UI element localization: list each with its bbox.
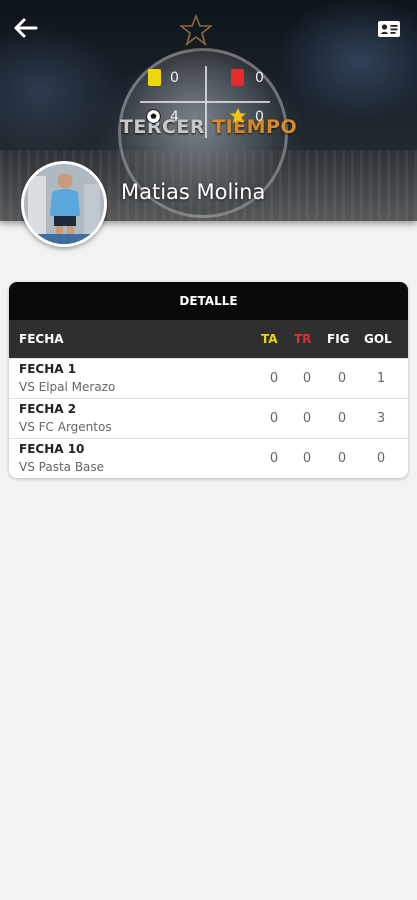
id-card-icon[interactable] bbox=[377, 20, 401, 38]
red-card-icon bbox=[231, 69, 244, 86]
avatar bbox=[21, 161, 107, 247]
row-fecha: FECHA 1 bbox=[19, 362, 77, 376]
logo-word-1: TERCER bbox=[119, 116, 205, 138]
row-fecha: FECHA 10 bbox=[19, 442, 85, 456]
row-gol: 1 bbox=[376, 371, 386, 386]
row-rival: VS FC Argentos bbox=[19, 420, 112, 434]
logo-star-icon bbox=[180, 14, 212, 46]
star-icon bbox=[229, 107, 247, 124]
col-fecha: FECHA bbox=[19, 332, 64, 346]
logo-text: TERCER TIEMPO bbox=[0, 116, 417, 138]
yellow-cards-count: 0 bbox=[170, 70, 179, 86]
row-fig: 0 bbox=[337, 411, 347, 426]
goals-count: 4 bbox=[170, 109, 179, 125]
red-cards-count: 0 bbox=[255, 70, 264, 86]
soccer-ball-icon bbox=[146, 109, 161, 124]
col-gol: GOL bbox=[364, 332, 392, 346]
player-name: Matias Molina bbox=[121, 180, 266, 204]
table-row[interactable]: FECHA 1 VS Elpal Merazo 0 0 0 1 bbox=[9, 358, 408, 398]
player-photo bbox=[24, 164, 104, 244]
row-tr: 0 bbox=[302, 371, 312, 386]
row-rival: VS Elpal Merazo bbox=[19, 380, 116, 394]
row-gol: 0 bbox=[376, 451, 386, 466]
table-row[interactable]: FECHA 2 VS FC Argentos 0 0 0 3 bbox=[9, 398, 408, 438]
row-fig: 0 bbox=[337, 371, 347, 386]
row-rival: VS Pasta Base bbox=[19, 460, 105, 474]
row-tr: 0 bbox=[302, 451, 312, 466]
player-detail-screen: TERCER TIEMPO 0 0 4 0 Matias Molina DETA… bbox=[0, 0, 417, 900]
table-header: FECHA TA TR FIG GOL bbox=[9, 320, 408, 358]
row-ta: 0 bbox=[269, 411, 279, 426]
detail-table: DETALLE FECHA TA TR FIG GOL FECHA 1 VS E… bbox=[9, 282, 408, 478]
detail-title: DETALLE bbox=[9, 282, 408, 320]
row-tr: 0 bbox=[302, 411, 312, 426]
col-tr: TR bbox=[294, 332, 312, 346]
col-fig: FIG bbox=[327, 332, 350, 346]
back-arrow-icon[interactable] bbox=[12, 16, 40, 40]
row-ta: 0 bbox=[269, 451, 279, 466]
col-ta: TA bbox=[261, 332, 278, 346]
row-ta: 0 bbox=[269, 371, 279, 386]
row-fecha: FECHA 2 bbox=[19, 402, 77, 416]
row-gol: 3 bbox=[376, 411, 386, 426]
stats-divider-horizontal bbox=[140, 101, 270, 103]
row-fig: 0 bbox=[337, 451, 347, 466]
figure-count: 0 bbox=[255, 109, 264, 125]
table-row[interactable]: FECHA 10 VS Pasta Base 0 0 0 0 bbox=[9, 438, 408, 478]
yellow-card-icon bbox=[148, 69, 161, 86]
